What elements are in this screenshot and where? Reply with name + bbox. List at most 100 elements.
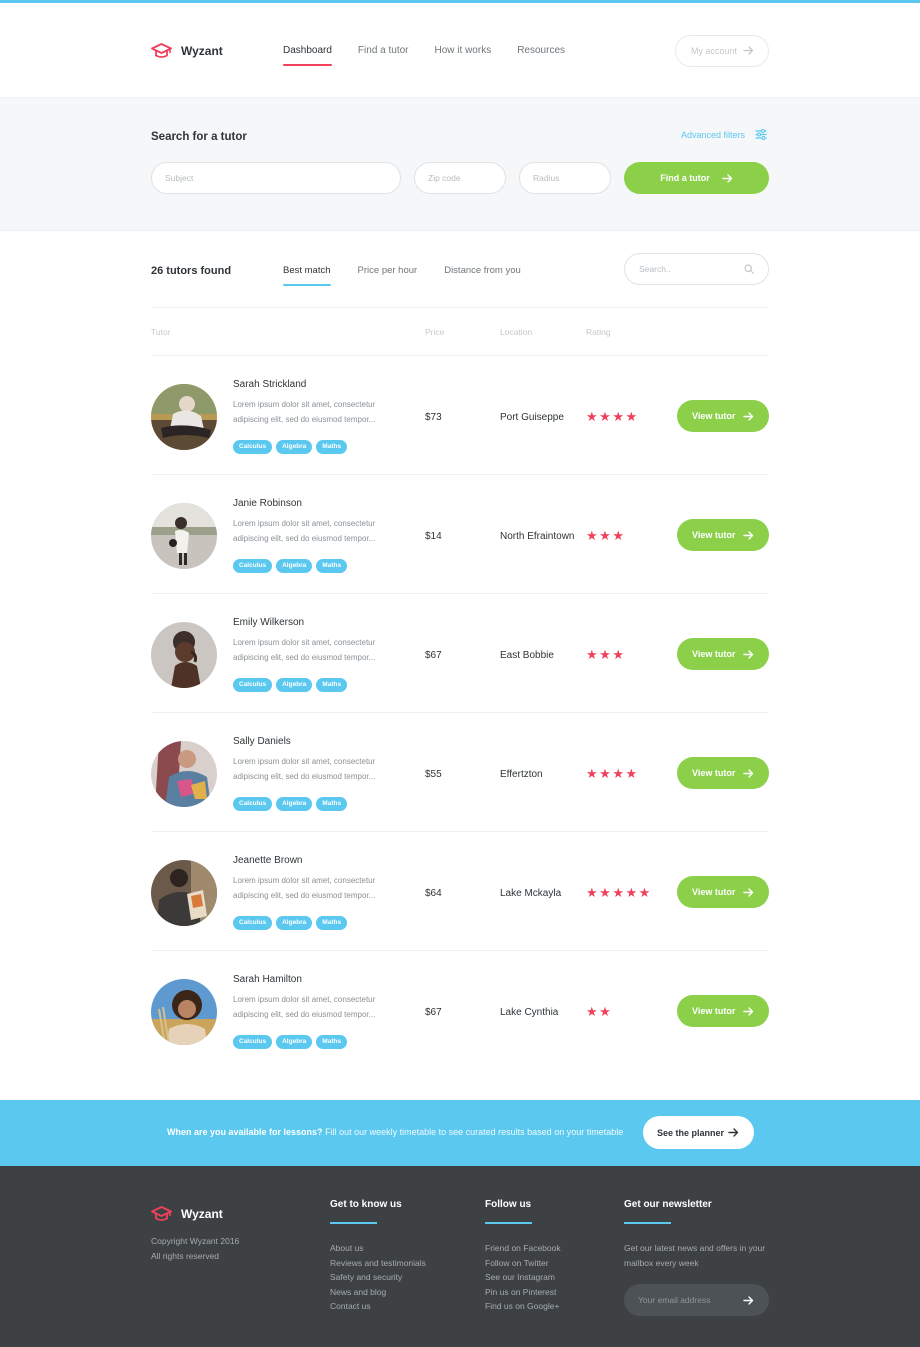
view-tutor-button[interactable]: View tutor [677, 757, 769, 789]
tutor-description: Lorem ipsum dolor sit amet, consectetur … [233, 519, 376, 543]
footer-col-title: Follow us [485, 1199, 533, 1224]
tutor-name[interactable]: Sarah Strickland [233, 379, 306, 390]
star-icon: ★ [612, 647, 626, 662]
view-tutor-button[interactable]: View tutor [677, 995, 769, 1027]
subject-input[interactable] [151, 162, 401, 194]
tag-algebra[interactable]: Algebra [276, 559, 313, 573]
logo[interactable]: Wyzant [151, 43, 223, 59]
tag-maths[interactable]: Maths [316, 440, 348, 454]
footer-col-title: Get to know us [330, 1199, 402, 1224]
tutor-name[interactable]: Sally Daniels [233, 736, 291, 747]
tutor-name[interactable]: Emily Wilkerson [233, 617, 304, 628]
view-tutor-button[interactable]: View tutor [677, 400, 769, 432]
footer-link-twitter[interactable]: Follow on Twitter [485, 1256, 561, 1271]
newsletter-description: Get our latest news and offers in your m… [624, 1243, 766, 1268]
tag-calculus[interactable]: Calculus [233, 1035, 273, 1049]
footer-link-pinterest[interactable]: Pin us on Pinterest [485, 1285, 561, 1300]
star-rating: ★★★★★ [586, 885, 652, 901]
footer-link-reviews[interactable]: Reviews and testimonials [330, 1256, 426, 1271]
avatar[interactable] [151, 860, 217, 926]
footer-link-contact[interactable]: Contact us [330, 1299, 426, 1314]
brand-name: Wyzant [181, 44, 223, 58]
arrow-right-icon [743, 650, 754, 659]
avatar[interactable] [151, 503, 217, 569]
my-account-button[interactable]: My account [675, 35, 769, 67]
star-icon: ★ [612, 885, 626, 900]
advanced-filters-label: Advanced filters [681, 129, 746, 140]
view-tutor-button[interactable]: View tutor [677, 519, 769, 551]
tag-algebra[interactable]: Algebra [276, 1035, 313, 1049]
search-icon[interactable] [744, 264, 754, 274]
tutor-price: $14 [425, 531, 442, 542]
tag-algebra[interactable]: Algebra [276, 678, 313, 692]
view-tutor-button[interactable]: View tutor [677, 876, 769, 908]
tutor-description: Lorem ipsum dolor sit amet, consectetur … [233, 638, 376, 662]
banner-text: When are you available for lessons? Fill… [167, 1127, 623, 1137]
nav-dashboard[interactable]: Dashboard [283, 45, 332, 66]
footer-link-facebook[interactable]: Friend on Facebook [485, 1241, 561, 1256]
star-icon: ★ [625, 766, 639, 781]
tab-distance-from-you[interactable]: Distance from you [444, 265, 521, 276]
tag-algebra[interactable]: Algebra [276, 440, 313, 454]
subject-tags: Calculus Algebra Maths [233, 559, 348, 573]
tutor-description: Lorem ipsum dolor sit amet, consectetur … [233, 757, 376, 781]
tag-calculus[interactable]: Calculus [233, 797, 273, 811]
footer-link-about-us[interactable]: About us [330, 1241, 426, 1256]
zip-code-input[interactable] [414, 162, 506, 194]
nav-how-it-works[interactable]: How it works [435, 45, 492, 56]
tutor-name[interactable]: Sarah Hamilton [233, 974, 302, 985]
tag-maths[interactable]: Maths [316, 678, 348, 692]
tab-best-match[interactable]: Best match [283, 265, 331, 286]
advanced-filters-link[interactable]: Advanced filters [681, 129, 767, 140]
radius-input[interactable] [519, 162, 611, 194]
footer-brand-name: Wyzant [181, 1207, 223, 1221]
arrow-right-icon[interactable] [743, 1295, 754, 1306]
tag-maths[interactable]: Maths [316, 797, 348, 811]
find-a-tutor-button[interactable]: Find a tutor [624, 162, 769, 194]
avatar[interactable] [151, 384, 217, 450]
column-header-rating: Rating [586, 327, 611, 337]
tutor-name[interactable]: Jeanette Brown [233, 855, 303, 866]
star-icon: ★ [599, 409, 613, 424]
star-rating: ★★★ [586, 647, 625, 663]
newsletter-email-input[interactable] [625, 1285, 735, 1315]
graduation-cap-icon [151, 1206, 172, 1221]
my-account-label: My account [691, 46, 738, 56]
tutor-row: Sarah Hamilton Lorem ipsum dolor sit ame… [151, 951, 769, 1070]
tag-calculus[interactable]: Calculus [233, 916, 273, 930]
tag-maths[interactable]: Maths [316, 916, 348, 930]
footer-link-news[interactable]: News and blog [330, 1285, 426, 1300]
tag-calculus[interactable]: Calculus [233, 678, 273, 692]
tag-calculus[interactable]: Calculus [233, 559, 273, 573]
view-tutor-button[interactable]: View tutor [677, 638, 769, 670]
tag-algebra[interactable]: Algebra [276, 916, 313, 930]
tutor-location: Lake Cynthia [500, 1007, 559, 1018]
results-search-input[interactable] [626, 255, 736, 283]
arrow-right-icon [743, 531, 754, 540]
tag-calculus[interactable]: Calculus [233, 440, 273, 454]
nav-resources[interactable]: Resources [517, 45, 565, 56]
avatar[interactable] [151, 979, 217, 1045]
footer-link-instagram[interactable]: See our Instagram [485, 1270, 561, 1285]
see-the-planner-label: See the planner [657, 1127, 725, 1138]
tutor-location: Effertzton [500, 769, 543, 780]
tutor-price: $73 [425, 412, 442, 423]
newsletter-form [624, 1284, 769, 1316]
tag-maths[interactable]: Maths [316, 1035, 348, 1049]
tab-price-per-hour[interactable]: Price per hour [358, 265, 418, 276]
see-the-planner-button[interactable]: See the planner [643, 1116, 754, 1149]
nav-find-a-tutor[interactable]: Find a tutor [358, 45, 409, 56]
avatar[interactable] [151, 622, 217, 688]
footer-logo[interactable]: Wyzant [151, 1206, 223, 1222]
tutor-price: $64 [425, 888, 442, 899]
tutor-name[interactable]: Janie Robinson [233, 498, 302, 509]
tag-maths[interactable]: Maths [316, 559, 348, 573]
footer-link-safety[interactable]: Safety and security [330, 1270, 426, 1285]
arrow-right-icon [743, 412, 754, 421]
sliders-icon [755, 129, 767, 140]
footer-link-google-plus[interactable]: Find us on Google+ [485, 1299, 561, 1314]
avatar[interactable] [151, 741, 217, 807]
tag-algebra[interactable]: Algebra [276, 797, 313, 811]
view-tutor-label: View tutor [692, 1006, 736, 1016]
star-icon: ★ [586, 1004, 600, 1019]
